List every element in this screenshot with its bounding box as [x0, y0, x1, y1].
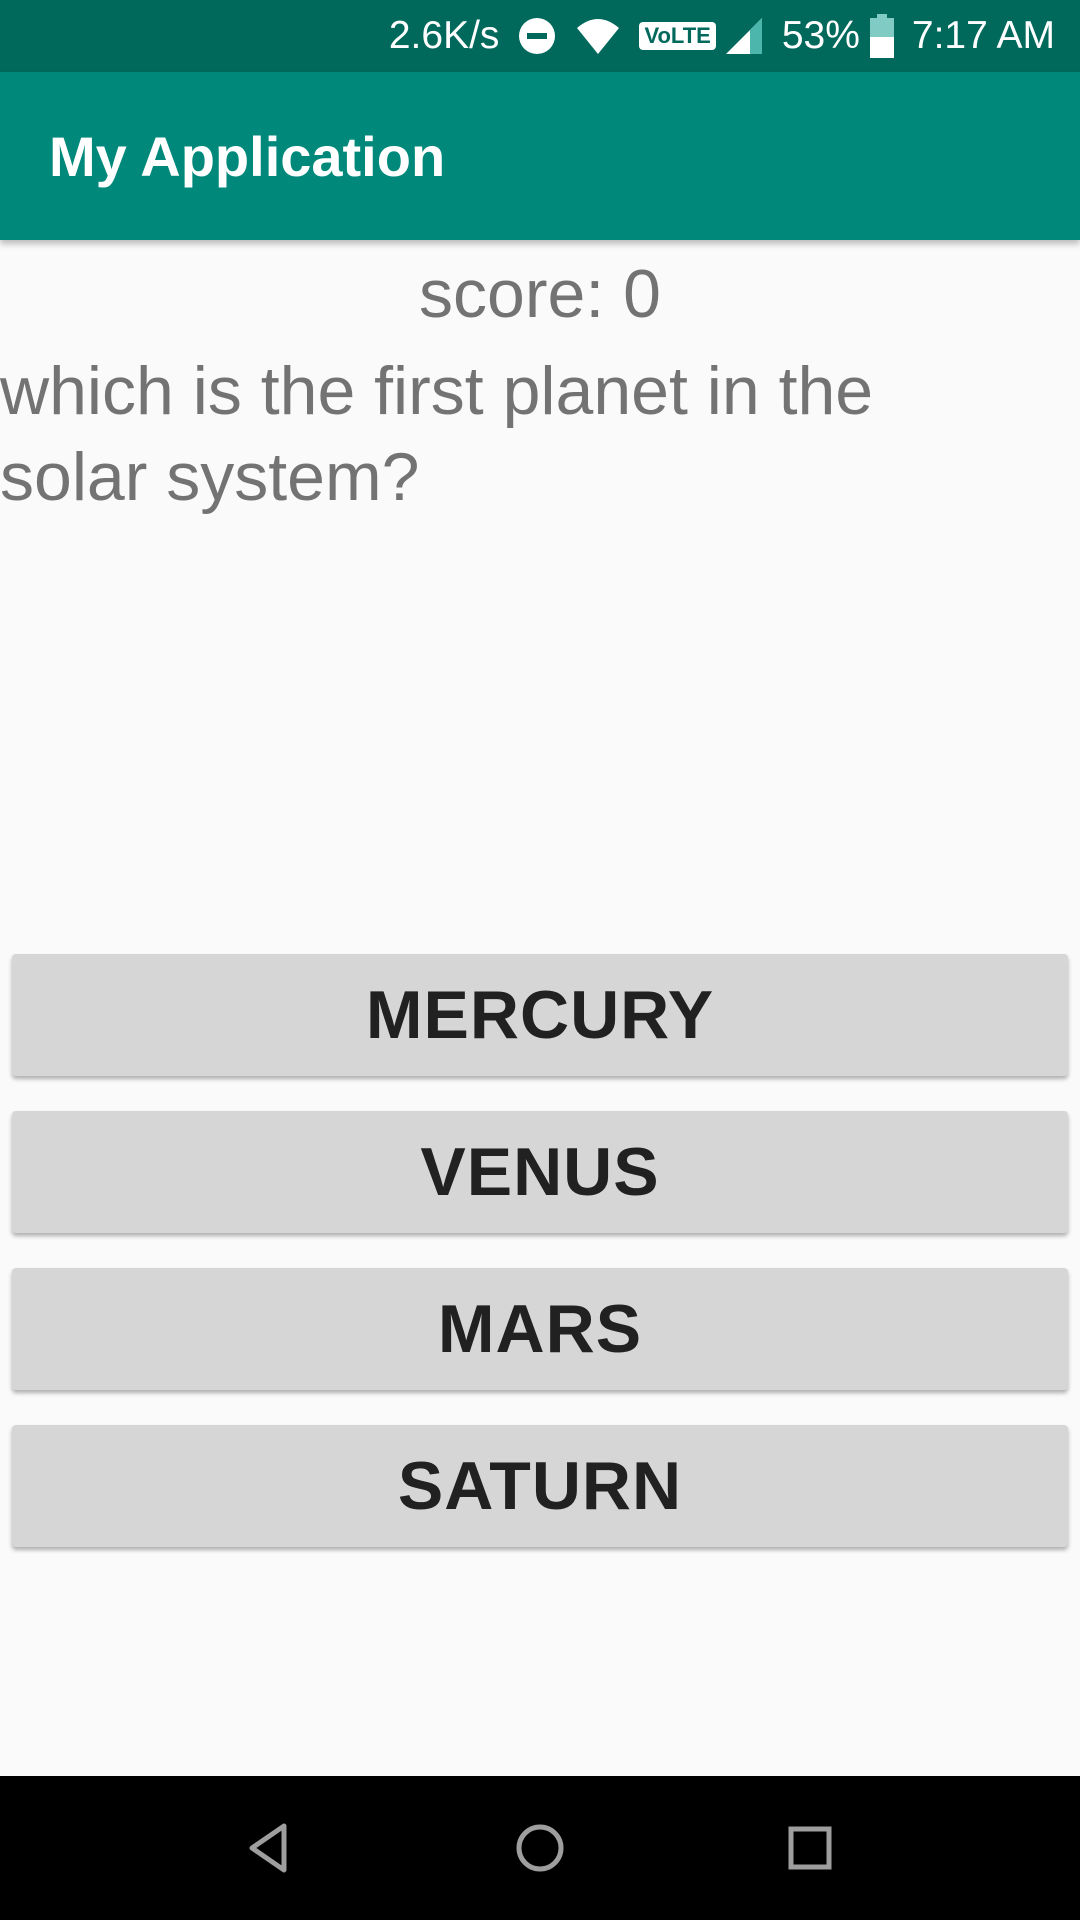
app-title: My Application [49, 124, 446, 188]
volte-label: VoLTE [639, 22, 716, 50]
home-icon[interactable] [510, 1818, 570, 1878]
do-not-disturb-icon [517, 16, 557, 56]
score-text: score: 0 [419, 256, 661, 332]
wifi-icon [575, 16, 621, 56]
net-speed: 2.6K/s [388, 14, 500, 57]
navigation-bar [0, 1776, 1080, 1920]
app-bar: My Application [0, 72, 1080, 240]
answer-button-saturn[interactable]: SATURN [12, 1425, 1068, 1547]
answer-button-venus[interactable]: VENUS [12, 1111, 1068, 1233]
back-icon[interactable] [240, 1818, 300, 1878]
answer-button-mercury[interactable]: MERCURY [12, 954, 1068, 1076]
clock: 7:17 AM [911, 14, 1055, 57]
battery-icon [869, 14, 894, 58]
question-text: which is the first planet in the solar s… [0, 353, 874, 515]
answer-list: MERCURY VENUS MARS SATURN [12, 954, 1068, 1582]
answer-button-mars[interactable]: MARS [12, 1268, 1068, 1390]
battery-percent: 53% [781, 14, 860, 57]
volte-badge: VoLTE [639, 22, 716, 50]
recents-icon[interactable] [780, 1818, 840, 1878]
status-bar: 2.6K/s VoLTE 53% 7:17 AM [0, 0, 1080, 72]
cell-signal-icon [724, 16, 764, 56]
